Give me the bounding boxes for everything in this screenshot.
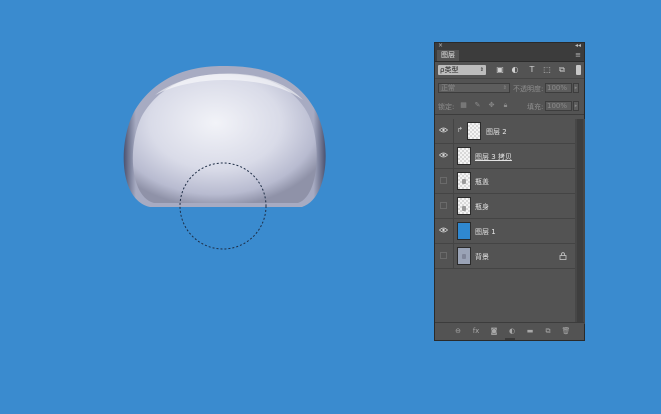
layer-style-icon[interactable]: fx xyxy=(471,327,481,336)
collapse-icon[interactable]: ◂◂ xyxy=(575,42,581,49)
panel-tab-bar: 图层 ≡ xyxy=(435,50,584,62)
layer-name[interactable]: 图层 2 xyxy=(486,127,507,137)
visibility-toggle[interactable] xyxy=(435,169,454,193)
trash-icon[interactable]: 🗑︎ xyxy=(561,327,571,336)
lock-label: 锁定: xyxy=(438,103,455,111)
lock-all-icon[interactable]: 🔒︎ xyxy=(501,101,510,110)
lock-icon xyxy=(559,252,567,260)
visibility-toggle[interactable] xyxy=(435,119,454,143)
visibility-toggle[interactable] xyxy=(435,219,454,243)
layers-panel: × ◂◂ 图层 ≡ ρ类型 ⇕ ▣ ◐ T ⬚ ⧉ 正常 ⇕ 不透明度: 100… xyxy=(434,42,585,341)
fill-input[interactable]: 100% xyxy=(545,101,572,111)
layer-row[interactable]: ↱ 图层 2 xyxy=(435,119,575,144)
thumbnail-content xyxy=(462,206,466,211)
opacity-arrow-icon[interactable]: ▸ xyxy=(573,83,579,93)
layer-thumbnail xyxy=(467,122,481,140)
layer-name[interactable]: 图层 1 xyxy=(475,227,496,237)
filter-type-select[interactable]: ρ类型 ⇕ xyxy=(438,65,486,75)
thumbnail-content xyxy=(462,179,466,184)
chevron-down-icon: ⇕ xyxy=(502,85,507,91)
close-icon[interactable]: × xyxy=(438,42,443,49)
eye-icon xyxy=(439,127,448,133)
layer-name[interactable]: 背景 xyxy=(475,252,489,262)
panel-title-bar[interactable]: × ◂◂ xyxy=(435,42,584,50)
blend-row: 正常 ⇕ 不透明度: 100% ▸ xyxy=(435,79,584,97)
smart-object-filter-icon[interactable]: ⧉ xyxy=(557,65,567,75)
lock-brush-icon[interactable]: ✎ xyxy=(473,101,482,110)
visibility-off-box xyxy=(440,177,447,184)
blend-mode-value: 正常 xyxy=(441,84,455,92)
layer-thumbnail xyxy=(457,247,471,265)
tab-layers[interactable]: 图层 xyxy=(437,50,459,61)
resize-grip[interactable] xyxy=(505,338,515,340)
visibility-toggle[interactable] xyxy=(435,144,454,168)
filter-row: ρ类型 ⇕ ▣ ◐ T ⬚ ⧉ xyxy=(435,62,584,79)
opacity-label: 不透明度: xyxy=(513,85,544,93)
layer-row[interactable]: 瓶盖 xyxy=(435,169,575,194)
opacity-input[interactable]: 100% xyxy=(545,83,572,93)
layer-list: ↱ 图层 2 图层 3 拷贝 瓶盖 瓶身 图层 1 背景 xyxy=(435,119,575,324)
lock-move-icon[interactable]: ✥ xyxy=(487,101,496,110)
bottle-cap-shape xyxy=(123,66,326,207)
fill-label: 填充: xyxy=(527,103,544,111)
layer-thumbnail xyxy=(457,197,471,215)
clipping-mask-icon: ↱ xyxy=(457,126,463,134)
layer-row[interactable]: 图层 3 拷贝 xyxy=(435,144,575,169)
lock-transparency-icon[interactable]: ▦ xyxy=(459,101,468,110)
layer-list-scrollbar[interactable] xyxy=(575,119,585,324)
layer-thumbnail xyxy=(457,147,471,165)
type-filter-icon[interactable]: T xyxy=(527,65,537,75)
panel-footer: ⊖ fx ◙ ◐ ▬ ⧉ 🗑︎ xyxy=(435,322,584,340)
thumbnail-content xyxy=(462,254,466,259)
layer-name[interactable]: 图层 3 拷贝 xyxy=(475,152,512,162)
new-layer-icon[interactable]: ⧉ xyxy=(543,327,553,336)
layer-row[interactable]: 背景 xyxy=(435,244,575,269)
layer-row[interactable]: 瓶身 xyxy=(435,194,575,219)
fill-arrow-icon[interactable]: ▸ xyxy=(573,101,579,111)
layer-name[interactable]: 瓶盖 xyxy=(475,177,489,187)
visibility-off-box xyxy=(440,202,447,209)
adjustment-filter-icon[interactable]: ◐ xyxy=(510,65,520,75)
visibility-toggle[interactable] xyxy=(435,244,454,268)
new-group-icon[interactable]: ▬ xyxy=(525,327,535,336)
layer-row[interactable]: 图层 1 xyxy=(435,219,575,244)
lock-row: 锁定: ▦ ✎ ✥ 🔒︎ 填充: 100% ▸ xyxy=(435,97,584,115)
visibility-toggle[interactable] xyxy=(435,194,454,218)
link-layers-icon[interactable]: ⊖ xyxy=(453,327,463,336)
filter-type-value: ρ类型 xyxy=(440,66,459,74)
image-filter-icon[interactable]: ▣ xyxy=(495,65,505,75)
layer-name[interactable]: 瓶身 xyxy=(475,202,489,212)
eye-icon xyxy=(439,227,448,233)
chevron-down-icon: ⇕ xyxy=(479,67,484,73)
blend-mode-select[interactable]: 正常 ⇕ xyxy=(438,83,510,93)
layer-thumbnail xyxy=(457,172,471,190)
filter-toggle[interactable] xyxy=(576,65,581,75)
shape-filter-icon[interactable]: ⬚ xyxy=(542,65,552,75)
eye-icon xyxy=(439,152,448,158)
add-mask-icon[interactable]: ◙ xyxy=(489,327,499,336)
layer-thumbnail xyxy=(457,222,471,240)
visibility-off-box xyxy=(440,252,447,259)
adjustment-layer-icon[interactable]: ◐ xyxy=(507,327,517,336)
scrollbar-thumb[interactable] xyxy=(577,119,583,324)
panel-menu-icon[interactable]: ≡ xyxy=(575,51,581,59)
